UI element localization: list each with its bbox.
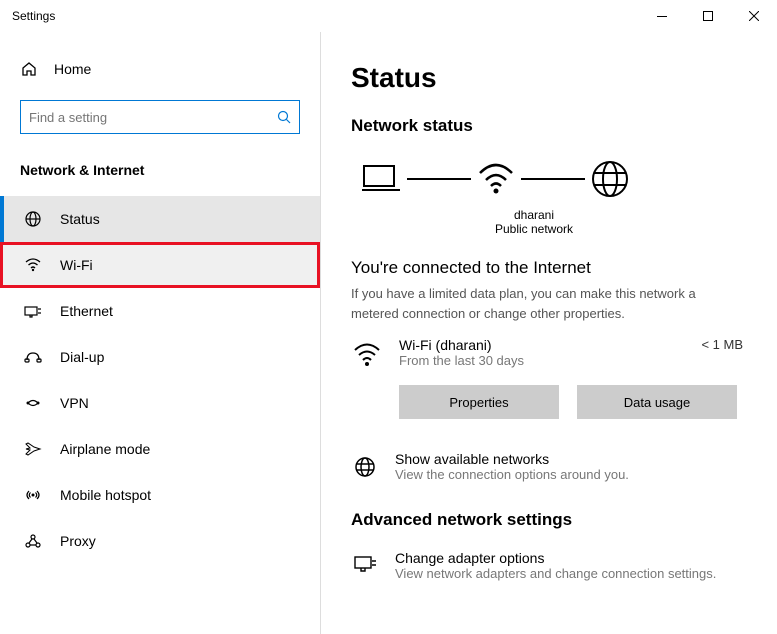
diagram-labels: dharani Public network <box>479 208 589 236</box>
titlebar: Settings <box>0 0 777 32</box>
network-status-heading: Network status <box>351 116 747 136</box>
page-title: Status <box>351 62 747 94</box>
maximize-icon <box>703 11 713 21</box>
category-title: Network & Internet <box>0 154 320 196</box>
search-box[interactable] <box>20 100 300 134</box>
network-type: Public network <box>479 222 589 236</box>
sidebar-item-ethernet[interactable]: Ethernet <box>0 288 320 334</box>
status-icon <box>24 210 42 228</box>
show-networks-desc: View the connection options around you. <box>395 467 629 482</box>
sidebar-item-label: Proxy <box>60 533 96 549</box>
diagram-line <box>521 178 585 180</box>
window-title: Settings <box>12 9 55 23</box>
sidebar-item-label: Wi-Fi <box>60 257 93 273</box>
airplane-icon <box>24 440 42 458</box>
minimize-button[interactable] <box>639 0 685 32</box>
maximize-button[interactable] <box>685 0 731 32</box>
hotspot-icon <box>24 486 42 504</box>
vpn-icon <box>24 394 42 412</box>
home-icon <box>20 60 38 78</box>
home-nav[interactable]: Home <box>0 52 320 86</box>
dialup-icon <box>24 348 42 366</box>
connection-buttons: Properties Data usage <box>399 385 747 419</box>
connection-name: Wi-Fi (dharani) <box>399 337 685 353</box>
sidebar-item-label: Ethernet <box>60 303 113 319</box>
network-name: dharani <box>479 208 589 222</box>
adapter-icon <box>351 552 379 580</box>
sidebar-item-label: Mobile hotspot <box>60 487 151 503</box>
computer-icon <box>357 154 407 204</box>
sidebar-item-wifi[interactable]: Wi-Fi <box>0 242 320 288</box>
connection-row: Wi-Fi (dharani) From the last 30 days < … <box>351 337 747 371</box>
sidebar-item-label: Status <box>60 211 100 227</box>
main-panel: Status Network status dharani Public net… <box>320 32 777 634</box>
data-usage-button[interactable]: Data usage <box>577 385 737 419</box>
minimize-icon <box>657 16 667 17</box>
wifi-icon <box>24 256 42 274</box>
sidebar-item-hotspot[interactable]: Mobile hotspot <box>0 472 320 518</box>
sidebar-item-vpn[interactable]: VPN <box>0 380 320 426</box>
sidebar-item-label: VPN <box>60 395 89 411</box>
sidebar-item-proxy[interactable]: Proxy <box>0 518 320 564</box>
search-input[interactable] <box>29 110 277 125</box>
wifi-signal-icon <box>471 154 521 204</box>
diagram-line <box>407 178 471 180</box>
proxy-icon <box>24 532 42 550</box>
properties-button[interactable]: Properties <box>399 385 559 419</box>
home-label: Home <box>54 61 91 77</box>
sidebar-item-dialup[interactable]: Dial-up <box>0 334 320 380</box>
ethernet-icon <box>24 302 42 320</box>
adapter-title: Change adapter options <box>395 550 716 566</box>
close-icon <box>749 11 759 21</box>
window-controls <box>639 0 777 32</box>
advanced-settings-heading: Advanced network settings <box>351 510 747 530</box>
connection-usage: < 1 MB <box>701 337 743 352</box>
connected-desc: If you have a limited data plan, you can… <box>351 284 731 323</box>
connected-heading: You're connected to the Internet <box>351 258 747 278</box>
globe-icon <box>585 154 635 204</box>
network-diagram <box>357 154 747 204</box>
adapter-options[interactable]: Change adapter options View network adap… <box>351 550 747 581</box>
sidebar-item-airplane[interactable]: Airplane mode <box>0 426 320 472</box>
connection-wifi-icon <box>351 339 383 371</box>
search-icon <box>277 110 291 124</box>
close-button[interactable] <box>731 0 777 32</box>
show-networks-option[interactable]: Show available networks View the connect… <box>351 451 747 482</box>
globe-small-icon <box>351 453 379 481</box>
sidebar: Home Network & Internet Status Wi-Fi E <box>0 32 320 634</box>
adapter-desc: View network adapters and change connect… <box>395 566 716 581</box>
sidebar-item-label: Airplane mode <box>60 441 150 457</box>
connection-period: From the last 30 days <box>399 353 685 368</box>
sidebar-item-status[interactable]: Status <box>0 196 320 242</box>
sidebar-item-label: Dial-up <box>60 349 104 365</box>
show-networks-title: Show available networks <box>395 451 629 467</box>
